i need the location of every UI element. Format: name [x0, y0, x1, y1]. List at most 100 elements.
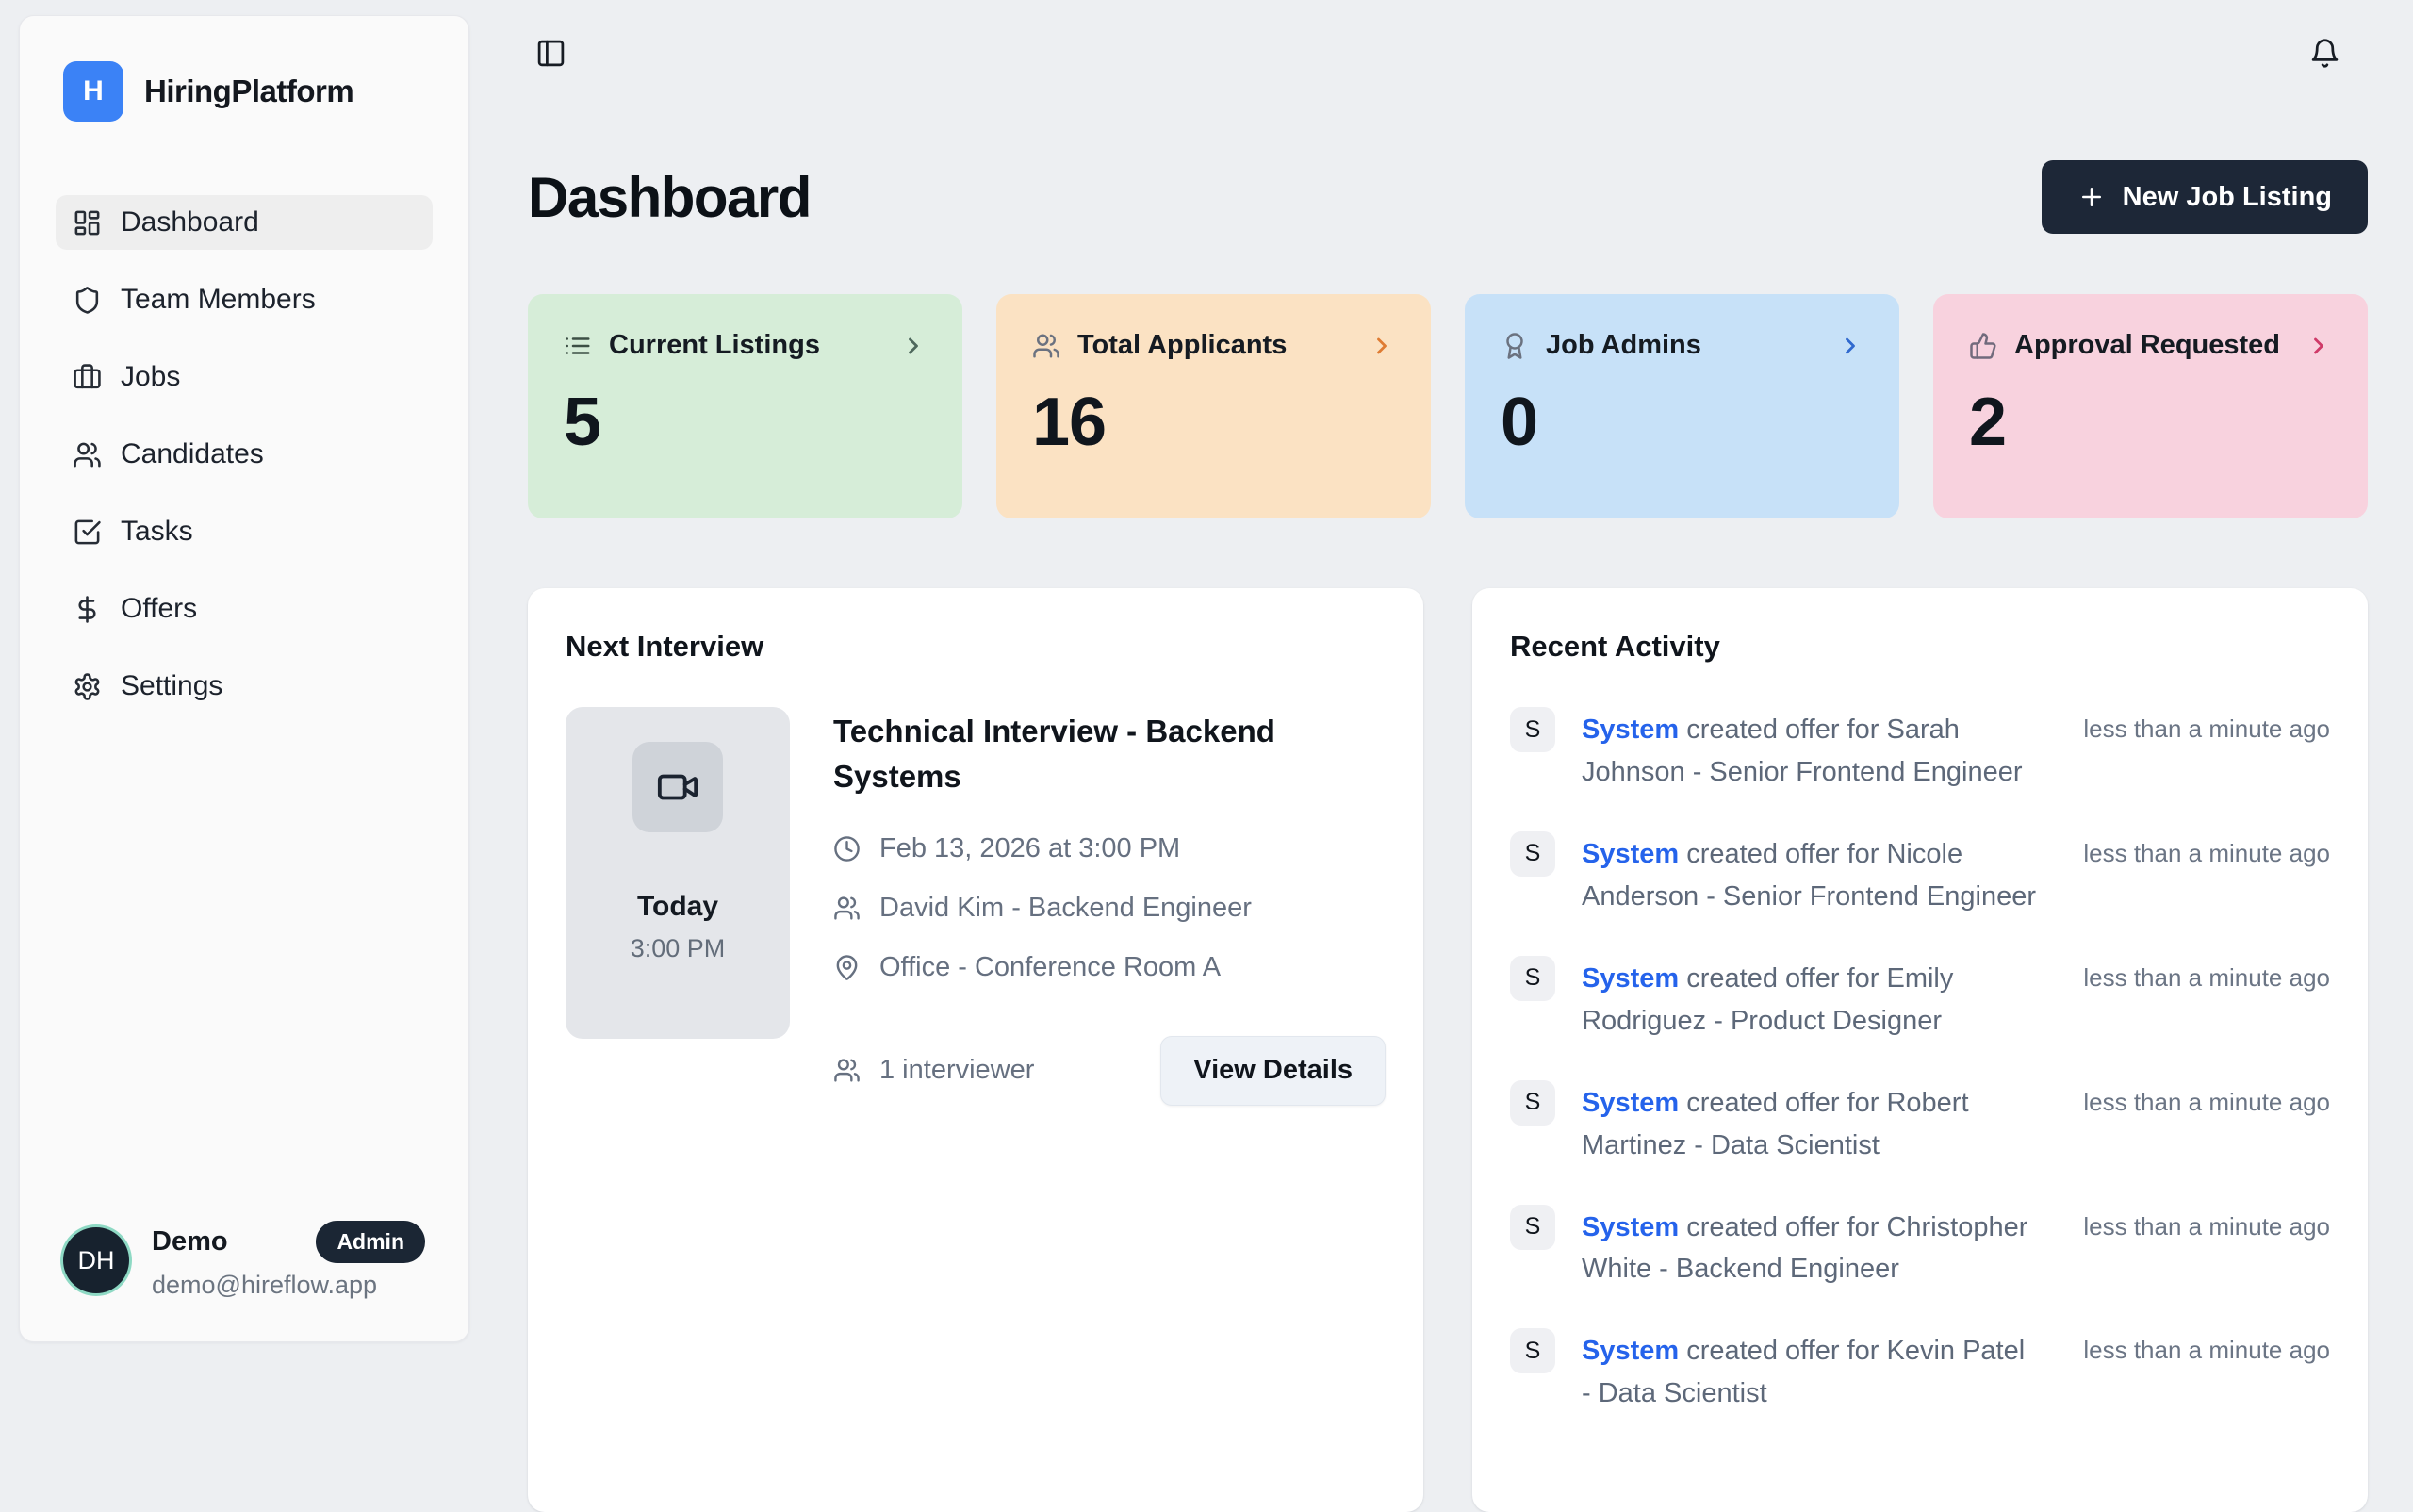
map-pin-icon — [833, 954, 861, 981]
activity-item: S System created offer for Kevin Patel -… — [1510, 1328, 2330, 1415]
user-email: demo@hireflow.app — [152, 1271, 425, 1300]
video-icon — [656, 765, 699, 809]
sidebar-item-dashboard[interactable]: Dashboard — [56, 195, 433, 250]
activity-item: S System created offer for Robert Martin… — [1510, 1080, 2330, 1167]
new-job-listing-button[interactable]: New Job Listing — [2042, 160, 2368, 234]
sidebar-item-tasks[interactable]: Tasks — [56, 504, 433, 559]
sidebar-spacer — [42, 714, 446, 1221]
view-details-button[interactable]: View Details — [1160, 1036, 1386, 1106]
stats-row: Current Listings 5 Total Applicants 16 — [528, 294, 2368, 518]
main-area: Dashboard New Job Listing Current Listin… — [469, 0, 2413, 1357]
stat-value: 5 — [564, 384, 927, 461]
notifications-button[interactable] — [2302, 31, 2347, 76]
activity-timestamp: less than a minute ago — [2083, 1205, 2330, 1241]
user-name: Demo — [152, 1226, 228, 1257]
activity-timestamp: less than a minute ago — [2083, 1080, 2330, 1117]
interview-day: Today — [637, 891, 718, 923]
interview-candidate-row: David Kim - Backend Engineer — [833, 893, 1386, 924]
sidebar-item-label: Candidates — [121, 438, 264, 470]
interview-datetime-row: Feb 13, 2026 at 3:00 PM — [833, 833, 1386, 864]
nav-icon — [73, 440, 102, 469]
sidebar-item-team-members[interactable]: Team Members — [56, 272, 433, 327]
panel-left-icon — [535, 38, 566, 69]
activity-item: S System created offer for Emily Rodrigu… — [1510, 956, 2330, 1043]
app-logo: H — [63, 61, 123, 122]
nav-icon — [73, 595, 102, 624]
stat-value: 2 — [1969, 384, 2332, 461]
sidebar-toggle-button[interactable] — [528, 31, 573, 76]
stat-card-approval-requested[interactable]: Approval Requested 2 — [1933, 294, 2368, 518]
app-title: HiringPlatform — [144, 74, 353, 109]
dashboard-columns: Next Interview Today 3:00 PM Technical I… — [528, 588, 2368, 1512]
stat-card-job-admins[interactable]: Job Admins 0 — [1465, 294, 1899, 518]
sidebar-item-offers[interactable]: Offers — [56, 582, 433, 636]
stat-label: Job Admins — [1546, 330, 1701, 361]
sidebar-item-label: Tasks — [121, 516, 193, 548]
role-badge: Admin — [316, 1221, 425, 1263]
stat-label: Total Applicants — [1077, 330, 1287, 361]
topbar — [469, 0, 2413, 107]
activity-timestamp: less than a minute ago — [2083, 1328, 2330, 1365]
stat-card-total-applicants[interactable]: Total Applicants 16 — [996, 294, 1431, 518]
activity-avatar: S — [1510, 1080, 1555, 1126]
next-interview-title: Next Interview — [566, 630, 1386, 664]
activity-avatar: S — [1510, 1328, 1555, 1373]
activity-timestamp: less than a minute ago — [2083, 707, 2330, 744]
activity-avatar: S — [1510, 956, 1555, 1001]
sidebar: H HiringPlatform Dashboard Team Members … — [19, 15, 469, 1342]
activity-item: S System created offer for Christopher W… — [1510, 1205, 2330, 1291]
app-root: H HiringPlatform Dashboard Team Members … — [0, 0, 2413, 1357]
activity-timestamp: less than a minute ago — [2083, 831, 2330, 868]
activity-item: S System created offer for Sarah Johnson… — [1510, 707, 2330, 794]
video-call-badge — [632, 742, 723, 832]
sidebar-item-label: Team Members — [121, 284, 316, 316]
sidebar-item-label: Dashboard — [121, 206, 259, 238]
activity-actor-link[interactable]: System — [1582, 1088, 1679, 1118]
interview-time: 3:00 PM — [631, 934, 726, 963]
nav-icon — [73, 518, 102, 547]
sidebar-item-label: Jobs — [121, 361, 180, 393]
activity-timestamp: less than a minute ago — [2083, 956, 2330, 993]
stat-icon — [1501, 332, 1529, 360]
recent-activity-card: Recent Activity S System created offer f… — [1472, 588, 2368, 1512]
chevron-right-icon — [1369, 333, 1395, 359]
sidebar-item-jobs[interactable]: Jobs — [56, 350, 433, 404]
activity-actor-link[interactable]: System — [1582, 1336, 1679, 1366]
chevron-right-icon — [2306, 333, 2332, 359]
nav-icon — [73, 286, 102, 315]
page-title: Dashboard — [528, 165, 811, 230]
activity-actor-link[interactable]: System — [1582, 839, 1679, 869]
stat-icon — [1969, 332, 1997, 360]
activity-avatar: S — [1510, 831, 1555, 877]
activity-avatar: S — [1510, 707, 1555, 752]
chevron-right-icon — [1837, 333, 1863, 359]
activity-avatar: S — [1510, 1205, 1555, 1250]
page-header: Dashboard New Job Listing — [528, 160, 2368, 234]
interview-date-tile: Today 3:00 PM — [566, 707, 790, 1039]
sidebar-item-candidates[interactable]: Candidates — [56, 427, 433, 482]
users-icon — [833, 895, 861, 922]
brand: H HiringPlatform — [42, 61, 446, 122]
users-icon — [833, 1057, 861, 1084]
sidebar-item-label: Offers — [121, 593, 197, 625]
stat-card-current-listings[interactable]: Current Listings 5 — [528, 294, 962, 518]
nav-icon — [73, 363, 102, 392]
user-avatar: DH — [63, 1227, 129, 1293]
next-interview-card: Next Interview Today 3:00 PM Technical I… — [528, 588, 1423, 1512]
stat-label: Current Listings — [609, 330, 820, 361]
user-section[interactable]: DH Demo Admin demo@hireflow.app — [56, 1221, 433, 1300]
nav-icon — [73, 208, 102, 238]
interview-location-row: Office - Conference Room A — [833, 952, 1386, 983]
activity-list: S System created offer for Sarah Johnson… — [1510, 707, 2330, 1415]
sidebar-item-settings[interactable]: Settings — [56, 659, 433, 714]
stat-value: 16 — [1032, 384, 1395, 461]
stat-icon — [564, 332, 592, 360]
activity-actor-link[interactable]: System — [1582, 715, 1679, 745]
activity-actor-link[interactable]: System — [1582, 1212, 1679, 1242]
chevron-right-icon — [900, 333, 927, 359]
nav-icon — [73, 672, 102, 701]
bell-icon — [2309, 38, 2340, 69]
stat-label: Approval Requested — [2014, 330, 2280, 361]
activity-actor-link[interactable]: System — [1582, 963, 1679, 994]
stat-value: 0 — [1501, 384, 1863, 461]
